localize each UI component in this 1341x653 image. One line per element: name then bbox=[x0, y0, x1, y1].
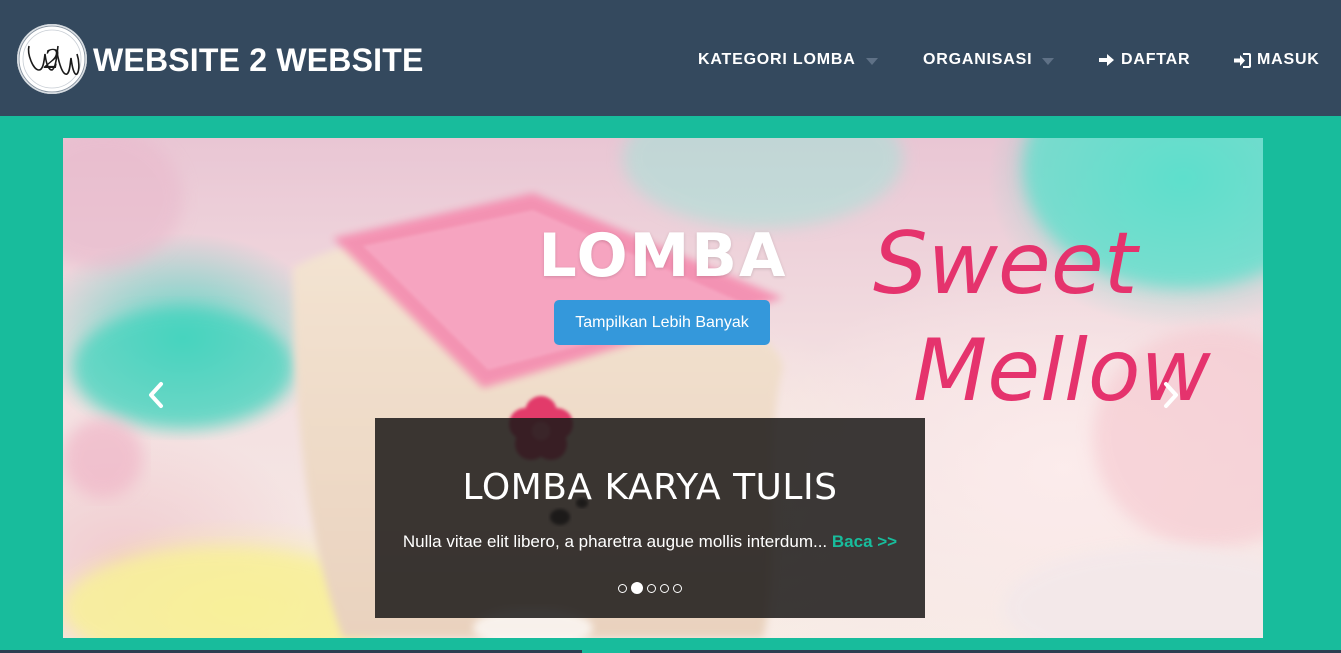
slide-caption: LOMBA KARYA TULIS Nulla vitae elit liber… bbox=[375, 418, 925, 618]
indicator-dot-2[interactable] bbox=[631, 582, 643, 594]
caption-title: LOMBA KARYA TULIS bbox=[462, 467, 838, 508]
nav-organisasi[interactable]: ORGANISASI bbox=[923, 46, 1055, 74]
hero-carousel: Sweet Mellow LOMBA Tampilkan Lebih Banya… bbox=[63, 138, 1263, 638]
read-more-link[interactable]: Baca >> bbox=[832, 532, 897, 551]
nav-masuk[interactable]: MASUK bbox=[1234, 46, 1320, 74]
indicator-dot-5[interactable] bbox=[673, 583, 682, 593]
caption-text-row: Nulla vitae elit libero, a pharetra augu… bbox=[375, 530, 925, 554]
nav-daftar[interactable]: DAFTAR bbox=[1098, 46, 1190, 74]
indicator-dot-1[interactable] bbox=[618, 583, 627, 593]
caret-down-icon bbox=[865, 57, 878, 65]
carousel-indicators bbox=[375, 582, 925, 594]
chevron-right-icon bbox=[1156, 378, 1186, 412]
arrow-right-icon bbox=[1098, 53, 1115, 67]
nav-kategori-lomba-label: KATEGORI LOMBA bbox=[698, 51, 856, 68]
carousel-next-button[interactable] bbox=[1156, 378, 1186, 412]
indicator-dot-4[interactable] bbox=[660, 583, 669, 593]
slide-title: LOMBA bbox=[538, 221, 788, 291]
nav-daftar-label: DAFTAR bbox=[1121, 51, 1191, 68]
nav-organisasi-label: ORGANISASI bbox=[923, 51, 1033, 68]
brand-title[interactable]: WEBSITE 2 WEBSITE bbox=[93, 38, 424, 82]
carousel-prev-button[interactable] bbox=[141, 378, 171, 412]
nav-masuk-label: MASUK bbox=[1257, 51, 1320, 68]
nav-kategori-lomba[interactable]: KATEGORI LOMBA bbox=[698, 46, 878, 74]
brand-logo[interactable]: 2 bbox=[17, 24, 87, 94]
caret-down-icon bbox=[1042, 57, 1055, 65]
svg-text:2: 2 bbox=[43, 45, 61, 75]
show-more-button[interactable]: Tampilkan Lebih Banyak bbox=[554, 300, 770, 345]
sign-in-icon bbox=[1234, 52, 1251, 68]
chevron-left-icon bbox=[141, 378, 171, 412]
indicator-dot-3[interactable] bbox=[647, 583, 656, 593]
navbar: 2 WEBSITE 2 WEBSITE KATEGORI LOMBA ORGAN… bbox=[0, 0, 1341, 116]
caption-text: Nulla vitae elit libero, a pharetra augu… bbox=[402, 532, 828, 551]
